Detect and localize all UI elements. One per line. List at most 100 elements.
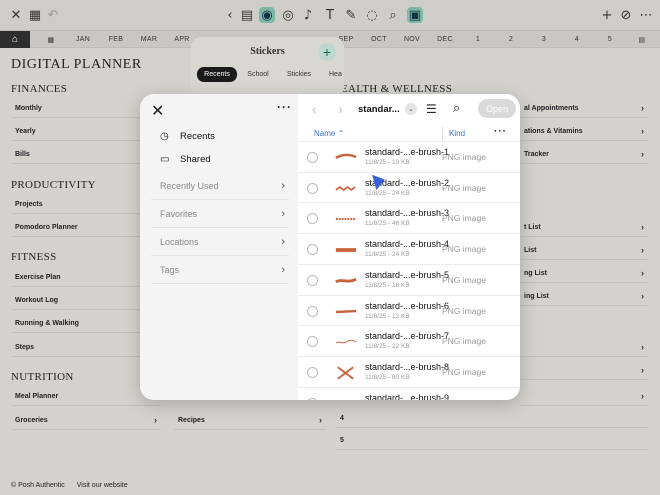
chip-stickies[interactable]: Stickies [279, 67, 319, 82]
file-row[interactable]: standard-...e-brush-4 11/8/25 - 24 KB PNG … [298, 233, 520, 264]
home-tab[interactable]: ⌂ [0, 31, 30, 48]
add-sticker-button[interactable]: + [318, 43, 336, 61]
row-list-2[interactable]: List › [520, 242, 648, 260]
undo-icon[interactable]: ↶ [45, 7, 61, 23]
file-row[interactable]: standard-...e-brush-8 11/8/25 - 60 KB PNG … [298, 355, 520, 387]
row-label: Pomodoro Planner [15, 224, 78, 231]
tab-apr[interactable]: APR [171, 31, 193, 48]
numbered-row-5[interactable]: 5 [336, 432, 648, 450]
back-arrow-icon[interactable]: ‹ [312, 101, 317, 117]
file-row[interactable]: standard-...e-brush-9 [298, 386, 520, 400]
tab-dec[interactable]: DEC [434, 31, 456, 48]
file-row[interactable]: standard-...e-brush-6 11/8/25 - 12 KB PNG … [298, 294, 520, 326]
sidebar-item-shared[interactable]: ▭ Shared [160, 151, 211, 167]
row-bills[interactable]: Bills [11, 146, 161, 164]
select-radio[interactable] [307, 182, 318, 194]
row-pomodoro[interactable]: Pomodoro Planner [11, 219, 161, 237]
group-tags[interactable]: Tags › [151, 257, 289, 284]
select-radio[interactable] [307, 305, 318, 317]
close-icon[interactable]: ✕ [8, 7, 24, 23]
pencil-icon[interactable]: ✎ [343, 7, 359, 23]
select-radio[interactable] [307, 366, 318, 378]
lasso-icon[interactable]: ◎ [280, 7, 296, 23]
forward-arrow-icon[interactable]: › [338, 101, 343, 117]
calendar-tab-icon[interactable]: ▦ [40, 31, 62, 48]
tab-5[interactable]: 5 [599, 31, 621, 48]
chevron-down-icon[interactable]: ⌄ [405, 103, 417, 115]
back-chevron-icon[interactable]: ‹ [222, 7, 238, 23]
select-radio[interactable] [307, 397, 318, 400]
row-blank-1[interactable]: › [520, 339, 648, 357]
row-recipes[interactable]: Recipes › [174, 412, 326, 430]
file-row[interactable]: standard-...e-brush-7 11/8/25 - 22 KB PNG … [298, 325, 520, 356]
file-row[interactable]: standard-...e-brush-2 11/8/25 - 24 KB PNG … [298, 171, 520, 203]
select-radio[interactable] [307, 274, 318, 286]
row-monthly[interactable]: Monthly [11, 100, 161, 118]
row-projects[interactable]: Projects [11, 196, 161, 214]
row-vitamins[interactable]: ations & Vitamins › [520, 123, 648, 141]
tab-1[interactable]: 1 [467, 31, 489, 48]
sticker-icon[interactable]: ◉ [259, 7, 275, 23]
website-link[interactable]: Visit our website [77, 482, 128, 489]
add-icon[interactable]: + [599, 7, 615, 23]
close-icon[interactable]: ✕ [151, 101, 164, 120]
select-radio[interactable] [307, 213, 318, 225]
row-steps[interactable]: Steps [11, 339, 161, 357]
column-name[interactable]: Name ⌃ [314, 129, 344, 138]
select-radio[interactable] [307, 244, 318, 256]
tab-feb[interactable]: FEB [105, 31, 127, 48]
tab-nov[interactable]: NOV [401, 31, 423, 48]
tab-jan[interactable]: JAN [72, 31, 94, 48]
row-groceries[interactable]: Groceries › [11, 412, 161, 430]
search-icon[interactable]: ⌕ [385, 7, 401, 23]
row-workout-log[interactable]: Workout Log [11, 292, 161, 310]
group-favorites[interactable]: Favorites › [151, 201, 289, 228]
shape-icon[interactable]: ◌ [364, 7, 380, 23]
select-radio[interactable] [307, 152, 318, 163]
file-row[interactable]: standard-...e-brush-5 11/8/25 - 18 KB PNG … [298, 263, 520, 295]
chip-recents[interactable]: Recents [197, 67, 237, 82]
page-icon[interactable]: ▤ [239, 7, 255, 23]
row-yearly[interactable]: Yearly [11, 123, 161, 141]
tab-mar[interactable]: MAR [138, 31, 160, 48]
active-tool-icon[interactable]: ▣ [407, 7, 423, 23]
column-more-icon[interactable]: ··· [494, 126, 507, 137]
microphone-icon[interactable]: ♪ [300, 7, 316, 23]
open-button[interactable]: Open [478, 99, 516, 118]
column-kind[interactable]: Kind [449, 129, 465, 138]
file-meta: 11/8/25 - 18 KB [365, 281, 410, 289]
sidebar-item-recents[interactable]: ◷ Recents [160, 128, 215, 144]
numbered-row-4[interactable]: 4 [336, 410, 648, 428]
file-row[interactable]: standard-...e-brush-3 11/8/25 - 46 KB PNG … [298, 202, 520, 233]
row-list-1[interactable]: t List › [520, 219, 648, 237]
notes-tab-icon[interactable]: ▤ [634, 31, 650, 48]
row-running-walking[interactable]: Running & Walking [11, 315, 161, 333]
row-list-3[interactable]: ng List › [520, 265, 648, 283]
row-list-4[interactable]: ing List › [520, 288, 648, 306]
sidebar-more-icon[interactable]: ··· [277, 100, 292, 114]
tab-3[interactable]: 3 [533, 31, 555, 48]
tab-4[interactable]: 4 [566, 31, 588, 48]
textbox-icon[interactable]: T [322, 7, 338, 23]
list-view-icon[interactable]: ☰ [426, 102, 437, 116]
file-kind: PNG image [442, 305, 486, 316]
tab-2[interactable]: 2 [500, 31, 522, 48]
more-icon[interactable]: ⋯ [638, 7, 654, 23]
select-radio[interactable] [307, 336, 318, 348]
row-blank-3[interactable]: › [520, 388, 648, 406]
file-row[interactable]: standard-...e-brush-1 11/8/25 - 10 KB PNG … [298, 141, 520, 172]
group-recently-used[interactable]: Recently Used › [151, 173, 289, 200]
tab-oct[interactable]: OCT [368, 31, 390, 48]
chip-health[interactable]: Hea [323, 67, 344, 82]
row-meal-planner[interactable]: Meal Planner [11, 388, 161, 406]
row-exercise-plan[interactable]: Exercise Plan [11, 269, 161, 287]
folder-title[interactable]: standar... [358, 104, 400, 115]
group-locations[interactable]: Locations › [151, 229, 289, 256]
chip-school[interactable]: School [241, 67, 275, 82]
block-icon[interactable]: ⊘ [618, 7, 634, 23]
row-tracker[interactable]: Tracker › [520, 146, 648, 164]
row-appointments[interactable]: al Appointments › [520, 100, 648, 118]
row-blank-2[interactable]: › [520, 362, 648, 380]
grid-icon[interactable]: ▦ [27, 7, 43, 23]
search-icon[interactable]: ⌕ [453, 100, 460, 116]
